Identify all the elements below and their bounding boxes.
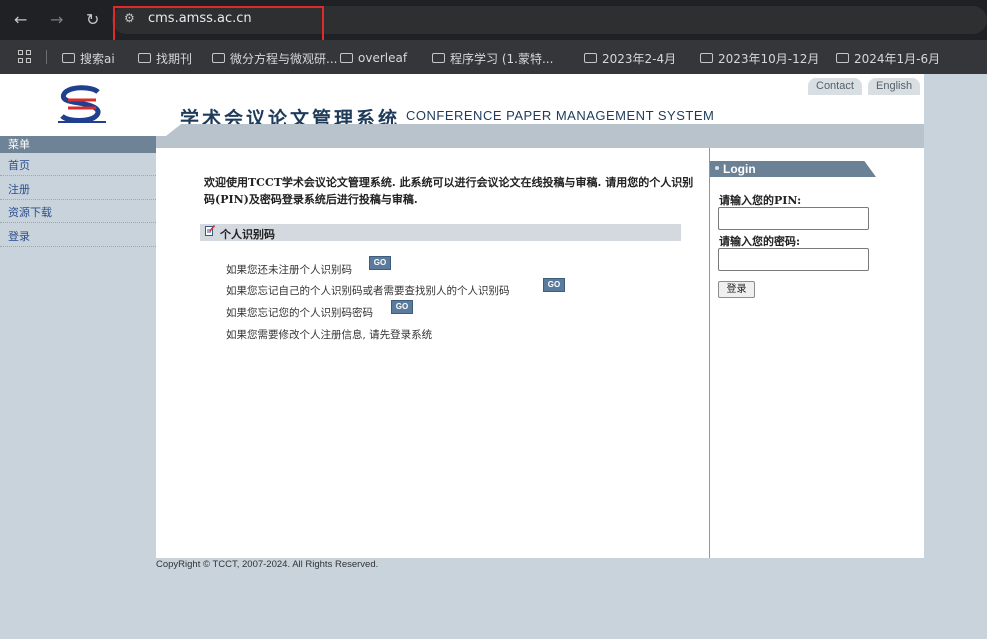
folder-icon — [836, 53, 849, 63]
contact-link[interactable]: Contact — [808, 78, 862, 95]
password-input[interactable] — [718, 248, 869, 271]
bookmark-item[interactable]: 2023年2-4月 — [584, 49, 676, 67]
edit-note-icon — [205, 225, 215, 236]
login-title: Login — [723, 162, 756, 176]
sidebar-item-login[interactable]: 登录 — [0, 227, 156, 247]
section-title: 个人识别码 — [220, 228, 275, 241]
sidebar-item-downloads[interactable]: 资源下载 — [0, 203, 156, 223]
bookmark-item[interactable]: 2023年10月-12月 — [700, 49, 819, 67]
bookmark-label: 2024年1月-6月 — [854, 51, 941, 66]
bookmark-item[interactable]: 搜索ai — [62, 49, 115, 67]
folder-icon — [212, 53, 225, 63]
password-label: 请输入您的密码: — [719, 235, 801, 248]
bookmark-item[interactable]: 找期刊 — [138, 49, 192, 67]
header-tab-strip — [166, 124, 924, 136]
copyright-text: CopyRight © TCCT, 2007-2024. All Rights … — [156, 559, 379, 570]
bookmark-label: overleaf — [358, 51, 408, 65]
welcome-text: 欢迎使用TCCT学术会议论文管理系统. 此系统可以进行会议论文在线投稿与审稿. … — [204, 176, 694, 206]
english-link[interactable]: English — [868, 78, 921, 95]
bookmark-label: 2023年10月-12月 — [718, 51, 820, 66]
bookmark-label: 找期刊 — [156, 51, 193, 66]
bookmarks-divider — [46, 50, 47, 64]
bookmark-item[interactable]: 微分方程与微观研... — [212, 49, 337, 67]
folder-icon — [700, 53, 713, 63]
reload-icon[interactable]: ↻ — [86, 10, 99, 30]
go-button-lookup[interactable]: GO — [543, 278, 565, 292]
pin-input[interactable] — [718, 207, 869, 230]
folder-icon — [340, 53, 353, 63]
bullet-icon — [715, 166, 719, 170]
back-icon[interactable]: ← — [14, 10, 27, 30]
bookmark-item[interactable]: overleaf — [340, 49, 407, 67]
sidebar-heading: 菜单 — [0, 136, 156, 153]
go-button-password[interactable]: GO — [391, 300, 413, 314]
bookmark-label: 2023年2-4月 — [602, 51, 677, 66]
pin-lookup-text: 如果您忘记自己的个人识别码或者需要查找别人的个人识别码 — [226, 285, 510, 297]
apps-grid-icon[interactable] — [18, 50, 32, 64]
folder-icon — [138, 53, 151, 63]
bookmark-item[interactable]: 程序学习 (1.蒙特... — [432, 49, 553, 67]
pin-modify-text: 如果您需要修改个人注册信息, 请先登录系统 — [226, 329, 433, 341]
pin-label: 请输入您的PIN: — [719, 194, 802, 207]
main-content — [156, 148, 709, 558]
sidebar-item-home[interactable]: 首页 — [0, 156, 156, 176]
bookmark-item[interactable]: 2024年1月-6月 — [836, 49, 940, 67]
folder-icon — [62, 53, 75, 63]
pin-password-text: 如果您忘记您的个人识别码密码 — [226, 307, 373, 319]
bookmark-label: 程序学习 (1.蒙特... — [450, 51, 554, 66]
tcct-logo — [58, 85, 106, 123]
sidebar-item-register[interactable]: 注册 — [0, 180, 156, 200]
login-button[interactable]: 登录 — [718, 281, 755, 298]
folder-icon — [432, 53, 445, 63]
forward-icon[interactable]: → — [50, 10, 63, 30]
bookmark-label: 微分方程与微观研... — [230, 51, 338, 66]
folder-icon — [584, 53, 597, 63]
site-title-en: CONFERENCE PAPER MANAGEMENT SYSTEM — [406, 108, 715, 123]
bookmark-label: 搜索ai — [80, 51, 115, 66]
pin-register-text: 如果您还未注册个人识别码 — [226, 264, 352, 276]
go-button-register[interactable]: GO — [369, 256, 391, 270]
